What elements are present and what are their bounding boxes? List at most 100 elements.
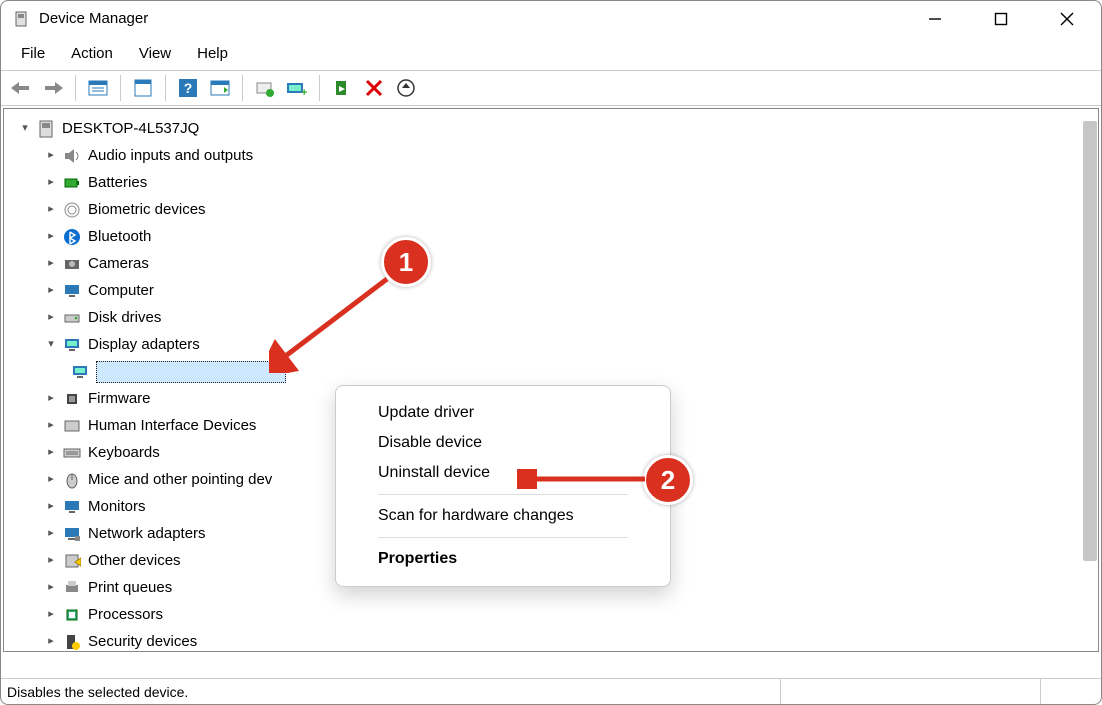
menu-file[interactable]: File	[17, 43, 49, 64]
tree-item-display-adapter-device[interactable]	[18, 358, 1098, 385]
window-title: Device Manager	[39, 10, 915, 27]
properties-button[interactable]	[129, 74, 157, 102]
cm-update-driver[interactable]: Update driver	[336, 398, 670, 428]
tree-item-cameras[interactable]: ▸ Cameras	[18, 250, 1098, 277]
tree-item-label: Firmware	[88, 385, 151, 412]
close-button[interactable]	[1047, 5, 1087, 33]
display-adapter-icon	[70, 362, 90, 382]
tree-item-biometric[interactable]: ▸ Biometric devices	[18, 196, 1098, 223]
tree-item-computer[interactable]: ▸ Computer	[18, 277, 1098, 304]
expander-closed-icon[interactable]: ▸	[44, 230, 58, 244]
expander-closed-icon[interactable]: ▸	[44, 635, 58, 649]
expander-closed-icon[interactable]: ▸	[44, 608, 58, 622]
unknown-icon	[62, 551, 82, 571]
expander-closed-icon[interactable]: ▸	[44, 392, 58, 406]
expander-open-icon[interactable]: ▾	[18, 122, 32, 136]
audio-icon	[62, 146, 82, 166]
tree-item-label: Mice and other pointing dev	[88, 466, 272, 493]
camera-icon	[62, 254, 82, 274]
status-bar: Disables the selected device.	[1, 678, 1101, 704]
disk-icon	[62, 308, 82, 328]
tree-item-label: Display adapters	[88, 331, 200, 358]
tree-item-label: Computer	[88, 277, 154, 304]
expander-closed-icon[interactable]: ▸	[44, 473, 58, 487]
cm-separator	[378, 537, 628, 538]
monitor-icon	[62, 497, 82, 517]
cpu-icon	[62, 605, 82, 625]
expander-closed-icon[interactable]: ▸	[44, 149, 58, 163]
tree-root-label: DESKTOP-4L537JQ	[62, 115, 199, 142]
tree-item-label: Disk drives	[88, 304, 161, 331]
scrollbar[interactable]	[1083, 121, 1097, 561]
computer-icon	[36, 119, 56, 139]
tree-item-label	[96, 361, 286, 383]
enable-button[interactable]	[328, 74, 356, 102]
expander-closed-icon[interactable]: ▸	[44, 419, 58, 433]
action-button[interactable]	[206, 74, 234, 102]
expander-closed-icon[interactable]: ▸	[44, 446, 58, 460]
scan-hardware-button[interactable]	[251, 74, 279, 102]
hid-icon	[62, 416, 82, 436]
printer-icon	[62, 578, 82, 598]
app-icon	[13, 11, 29, 27]
tree-item-batteries[interactable]: ▸ Batteries	[18, 169, 1098, 196]
help-button[interactable]: ?	[174, 74, 202, 102]
battery-icon	[62, 173, 82, 193]
add-hardware-button[interactable]: +	[283, 74, 311, 102]
expander-closed-icon[interactable]: ▸	[44, 554, 58, 568]
expander-closed-icon[interactable]: ▸	[44, 311, 58, 325]
expander-closed-icon[interactable]: ▸	[44, 203, 58, 217]
disable-button[interactable]	[360, 74, 388, 102]
cm-properties[interactable]: Properties	[336, 544, 670, 574]
expander-closed-icon[interactable]: ▸	[44, 581, 58, 595]
maximize-button[interactable]	[981, 5, 1021, 33]
menu-bar: File Action View Help	[1, 37, 1101, 70]
annotation-badge-1: 1	[381, 237, 431, 287]
tree-item-processors[interactable]: ▸ Processors	[18, 601, 1098, 628]
tree-item-audio[interactable]: ▸ Audio inputs and outputs	[18, 142, 1098, 169]
toolbar: ? +	[1, 70, 1101, 106]
show-hide-tree-button[interactable]	[84, 74, 112, 102]
cm-disable-device[interactable]: Disable device	[336, 428, 670, 458]
context-menu: Update driver Disable device Uninstall d…	[335, 385, 671, 587]
expander-closed-icon[interactable]: ▸	[44, 176, 58, 190]
annotation-badge-2: 2	[643, 455, 693, 505]
chip-icon	[62, 389, 82, 409]
cm-scan-hardware[interactable]: Scan for hardware changes	[336, 501, 670, 531]
expander-closed-icon[interactable]: ▸	[44, 527, 58, 541]
keyboard-icon	[62, 443, 82, 463]
update-driver-button[interactable]	[392, 74, 420, 102]
tree-item-label: Network adapters	[88, 520, 206, 547]
fingerprint-icon	[62, 200, 82, 220]
tree-item-label: Audio inputs and outputs	[88, 142, 253, 169]
tree-item-label: Print queues	[88, 574, 172, 601]
tree-item-label: Monitors	[88, 493, 146, 520]
security-icon	[62, 632, 82, 652]
forward-button[interactable]	[39, 74, 67, 102]
tree-item-label: Bluetooth	[88, 223, 151, 250]
expander-closed-icon[interactable]: ▸	[44, 500, 58, 514]
tree-item-label: Security devices	[88, 628, 197, 652]
svg-text:+: +	[301, 87, 307, 97]
svg-text:?: ?	[184, 80, 193, 96]
menu-view[interactable]: View	[135, 43, 175, 64]
tree-item-label: Keyboards	[88, 439, 160, 466]
expander-closed-icon[interactable]: ▸	[44, 284, 58, 298]
tree-item-security[interactable]: ▸ Security devices	[18, 628, 1098, 652]
tree-item-bluetooth[interactable]: ▸ Bluetooth	[18, 223, 1098, 250]
back-button[interactable]	[7, 74, 35, 102]
menu-action[interactable]: Action	[67, 43, 117, 64]
tree-item-disk-drives[interactable]: ▸ Disk drives	[18, 304, 1098, 331]
menu-help[interactable]: Help	[193, 43, 232, 64]
bluetooth-icon	[62, 227, 82, 247]
tree-item-label: Other devices	[88, 547, 181, 574]
cm-uninstall-device[interactable]: Uninstall device	[336, 458, 670, 488]
tree-item-label: Biometric devices	[88, 196, 206, 223]
title-bar: Device Manager	[1, 1, 1101, 37]
expander-closed-icon[interactable]: ▸	[44, 257, 58, 271]
status-text: Disables the selected device.	[7, 684, 188, 700]
tree-item-display-adapters[interactable]: ▾ Display adapters	[18, 331, 1098, 358]
expander-open-icon[interactable]: ▾	[44, 338, 58, 352]
tree-root[interactable]: ▾ DESKTOP-4L537JQ	[18, 115, 1098, 142]
minimize-button[interactable]	[915, 5, 955, 33]
